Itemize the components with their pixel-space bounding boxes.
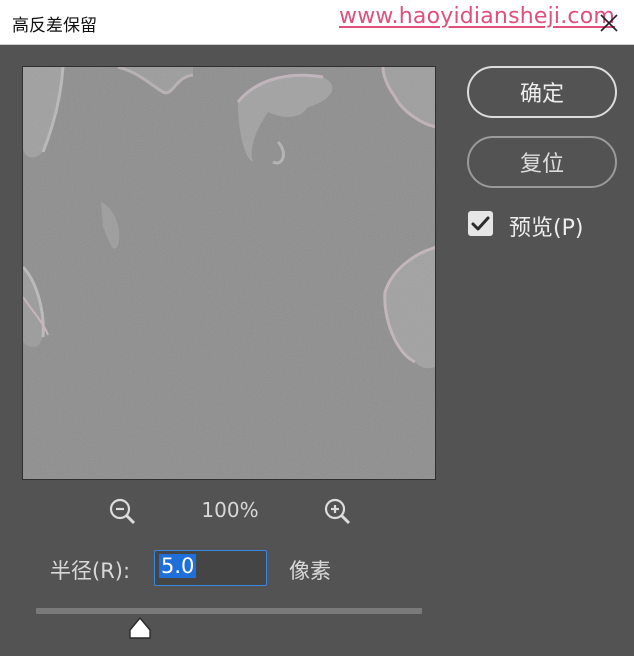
close-icon [600, 14, 618, 32]
zoom-in-button[interactable] [323, 497, 353, 527]
preview-checkbox[interactable] [468, 211, 493, 236]
radius-input[interactable]: 5.0 [154, 550, 267, 586]
radius-label: 半径(R): [50, 559, 131, 583]
title-bar: 高反差保留 www.haoyidiansheji.com [0, 0, 634, 45]
high-pass-preview-graphic [23, 67, 435, 479]
close-button[interactable] [596, 10, 622, 36]
zoom-out-button[interactable] [108, 497, 138, 527]
zoom-out-icon [109, 498, 136, 525]
checkmark-icon [471, 216, 490, 231]
preview-label[interactable]: 预览(P) [509, 210, 583, 242]
watermark-text: www.haoyidiansheji.com [339, 4, 616, 29]
reset-button[interactable]: 复位 [467, 136, 617, 188]
dialog-title: 高反差保留 [12, 16, 97, 36]
preview-image[interactable] [22, 66, 436, 480]
ok-button[interactable]: 确定 [467, 66, 617, 118]
radius-slider-track[interactable] [36, 608, 422, 614]
unit-label: 像素 [289, 559, 331, 583]
radius-value: 5.0 [159, 554, 197, 578]
zoom-level: 100% [201, 498, 259, 522]
zoom-in-icon [324, 498, 351, 525]
radius-slider-thumb[interactable] [128, 616, 152, 640]
slider-thumb-icon [129, 617, 151, 639]
